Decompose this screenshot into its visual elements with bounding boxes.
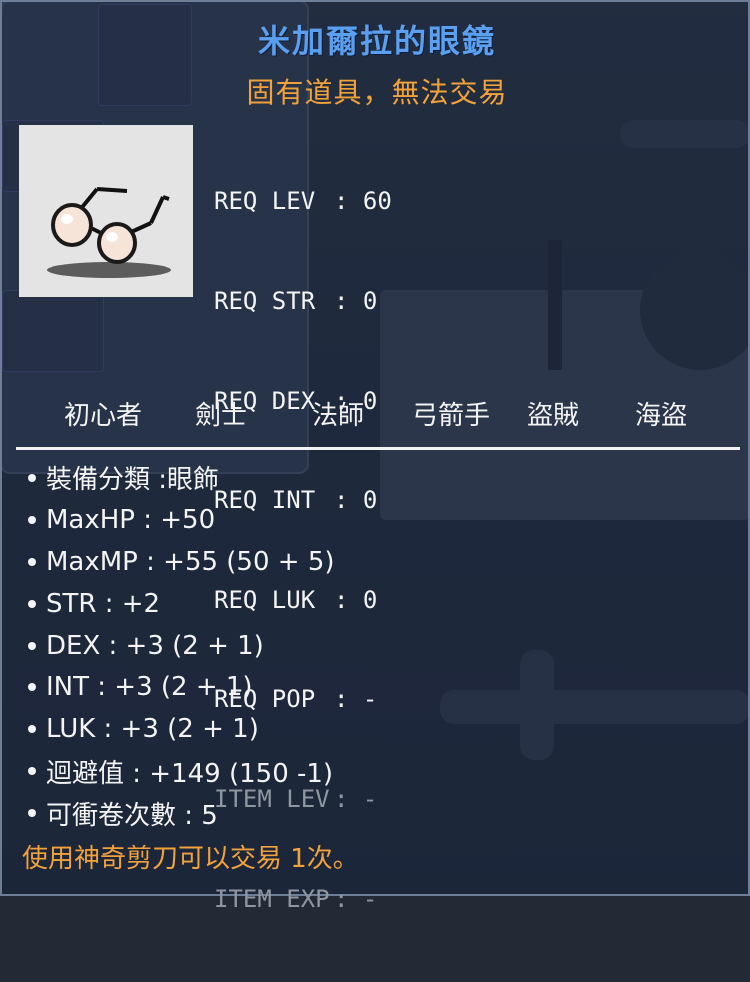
job-magician: 法師	[312, 401, 365, 431]
req-row: ITEM EXP: -	[214, 883, 392, 916]
stat-text: DEX : +3 (2 + 1)	[46, 630, 264, 661]
item-name: 米加爾拉的眼鏡	[257, 22, 496, 60]
bullet-icon	[28, 767, 36, 776]
stat-row: 迴避值 : +149 (150 -1)	[24, 750, 744, 792]
req-value: 60	[362, 187, 392, 216]
req-label: REQ STR	[214, 287, 316, 316]
bullet-icon	[28, 599, 36, 608]
bullet-icon	[28, 557, 36, 566]
stat-text: LUK : +3 (2 + 1)	[46, 714, 259, 745]
req-label: ITEM EXP	[214, 884, 330, 913]
stat-row: STR : +2	[24, 583, 744, 625]
item-tooltip: 米加爾拉的眼鏡 固有道具，無法交易 REQ LEV: 60 REQ STR: 0…	[0, 0, 750, 913]
stat-row: MaxHP : +50	[24, 499, 744, 541]
stat-row: 裝備分類 :眼飾	[24, 457, 744, 499]
job-pirate: 海盜	[635, 401, 688, 431]
req-value: 0	[362, 287, 378, 316]
job-list: 初心者 劍士 法師 弓箭手 盜賊 海盜	[2, 395, 750, 435]
bullet-icon	[28, 473, 36, 482]
job-thief: 盜賊	[527, 401, 580, 431]
req-row: REQ LEV: 60	[214, 185, 392, 218]
glasses-icon	[47, 187, 171, 278]
stat-text: 迴避值 : +149 (150 -1)	[46, 758, 334, 789]
req-value: -	[362, 884, 378, 913]
stat-text: 裝備分類 :眼飾	[46, 465, 220, 496]
stat-text: MaxHP : +50	[46, 504, 216, 535]
req-row: REQ STR: 0	[214, 285, 392, 318]
job-bowman: 弓箭手	[412, 401, 491, 431]
stat-row: INT : +3 (2 + 1)	[24, 666, 744, 708]
job-beginner: 初心者	[64, 401, 143, 431]
stat-list: 裝備分類 :眼飾 MaxHP : +50 MaxMP : +55 (50 + 5…	[24, 457, 744, 834]
stat-row: LUK : +3 (2 + 1)	[24, 708, 744, 750]
job-warrior: 劍士	[195, 401, 248, 431]
bullet-icon	[28, 809, 36, 818]
req-label: REQ LEV	[214, 187, 316, 216]
trade-note: 使用神奇剪刀可以交易 1次。	[22, 844, 359, 874]
stat-text: MaxMP : +55 (50 + 5)	[46, 546, 335, 577]
stat-row: MaxMP : +55 (50 + 5)	[24, 541, 744, 583]
stat-text: INT : +3 (2 + 1)	[46, 672, 253, 703]
item-subtitle: 固有道具，無法交易	[246, 76, 508, 109]
bullet-icon	[28, 641, 36, 650]
bullet-icon	[28, 683, 36, 692]
stat-text: STR : +2	[46, 588, 161, 619]
bullet-icon	[28, 725, 36, 734]
stat-text: 可衝卷次數 : 5	[46, 800, 218, 831]
divider	[16, 447, 740, 450]
stat-row: DEX : +3 (2 + 1)	[24, 625, 744, 667]
stat-row: 可衝卷次數 : 5	[24, 792, 744, 834]
item-icon-box	[19, 125, 193, 297]
bullet-icon	[28, 515, 36, 524]
